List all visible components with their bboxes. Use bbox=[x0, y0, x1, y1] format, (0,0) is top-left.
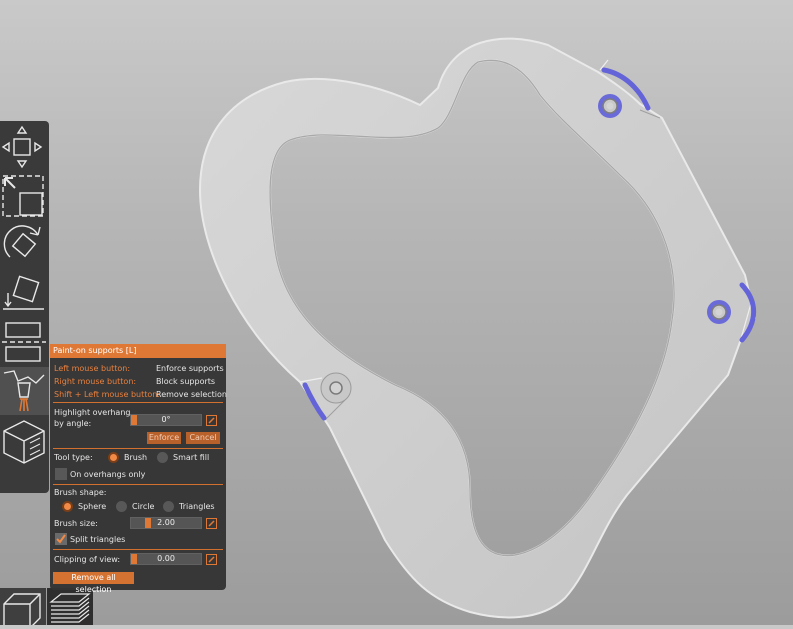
circle-radio[interactable] bbox=[116, 501, 127, 512]
edit-pencil-icon[interactable] bbox=[206, 415, 217, 426]
hotkey-left-action: Enforce supports bbox=[156, 364, 224, 373]
separator bbox=[53, 448, 223, 449]
remove-all-selection-button[interactable]: Remove all selection bbox=[53, 572, 134, 594]
slider-knob[interactable] bbox=[131, 554, 137, 564]
cut-tool-button[interactable] bbox=[0, 319, 49, 365]
hotkey-right-action: Block supports bbox=[156, 377, 216, 386]
enforce-button[interactable]: Enforce bbox=[147, 432, 181, 444]
hotkey-shift-label: Shift + Left mouse button: bbox=[54, 390, 161, 399]
panel-title: Paint-on supports [L] bbox=[50, 344, 226, 358]
separator bbox=[53, 402, 223, 403]
hotkey-shift-action: Remove selection bbox=[156, 390, 227, 399]
triangles-label: Triangles bbox=[179, 502, 215, 511]
paint-supports-panel: Paint-on supports [L] Left mouse button:… bbox=[50, 344, 227, 594]
smart-fill-radio[interactable] bbox=[157, 452, 168, 463]
edit-pencil-icon[interactable] bbox=[206, 518, 217, 529]
highlight-angle-value: 0° bbox=[161, 415, 171, 424]
cut-icon bbox=[2, 322, 46, 362]
place-on-face-icon bbox=[3, 275, 44, 310]
seam-cube-icon bbox=[3, 420, 45, 464]
on-overhangs-label: On overhangs only bbox=[70, 470, 146, 479]
scale-icon bbox=[2, 175, 44, 217]
paint-supports-tool-button[interactable] bbox=[0, 367, 49, 415]
brush-size-value: 2.00 bbox=[157, 518, 175, 527]
model-part[interactable] bbox=[198, 37, 757, 619]
slider-knob[interactable] bbox=[145, 518, 151, 528]
clipping-value: 0.00 bbox=[157, 554, 175, 563]
triangles-radio[interactable] bbox=[163, 501, 174, 512]
rotate-icon bbox=[3, 225, 41, 258]
split-triangles-checkbox[interactable] bbox=[55, 533, 67, 545]
circle-label: Circle bbox=[132, 502, 155, 511]
seam-painting-button[interactable] bbox=[0, 417, 49, 465]
edit-pencil-icon[interactable] bbox=[206, 554, 217, 565]
scale-tool-button[interactable] bbox=[0, 173, 49, 219]
clipping-label: Clipping of view: bbox=[54, 555, 121, 564]
brush-radio[interactable] bbox=[108, 452, 119, 463]
sphere-label: Sphere bbox=[78, 502, 107, 511]
move-tool-button[interactable] bbox=[0, 125, 49, 171]
slider-knob[interactable] bbox=[131, 415, 137, 425]
brush-size-slider[interactable]: 2.00 bbox=[130, 517, 202, 529]
on-overhangs-checkbox[interactable] bbox=[55, 468, 67, 480]
3d-view-icon bbox=[3, 593, 41, 629]
clipping-slider[interactable]: 0.00 bbox=[130, 553, 202, 565]
gizmo-toolbar bbox=[0, 121, 49, 493]
move-icon bbox=[1, 125, 43, 169]
paint-supports-icon bbox=[3, 370, 45, 412]
cancel-button[interactable]: Cancel bbox=[186, 432, 220, 444]
brush-label: Brush bbox=[124, 453, 148, 462]
split-triangles-label: Split triangles bbox=[70, 535, 126, 544]
sphere-radio[interactable] bbox=[62, 501, 73, 512]
brush-shape-label: Brush shape: bbox=[54, 488, 107, 497]
separator bbox=[53, 549, 223, 550]
checkmark-icon bbox=[56, 534, 66, 544]
highlight-overhang-label: Highlight overhang bbox=[54, 408, 131, 417]
brush-size-label: Brush size: bbox=[54, 519, 98, 528]
rotate-tool-button[interactable] bbox=[0, 221, 49, 269]
smart-fill-label: Smart fill bbox=[173, 453, 210, 462]
hotkey-right-label: Right mouse button: bbox=[54, 377, 137, 386]
place-on-face-button[interactable] bbox=[0, 271, 49, 317]
highlight-angle-slider[interactable]: 0° bbox=[130, 414, 202, 426]
highlight-overhang-label-2: by angle: bbox=[54, 419, 92, 428]
tool-type-label: Tool type: bbox=[54, 453, 93, 462]
hotkey-left-label: Left mouse button: bbox=[54, 364, 131, 373]
3d-view-button[interactable] bbox=[0, 588, 46, 629]
separator bbox=[53, 484, 223, 485]
